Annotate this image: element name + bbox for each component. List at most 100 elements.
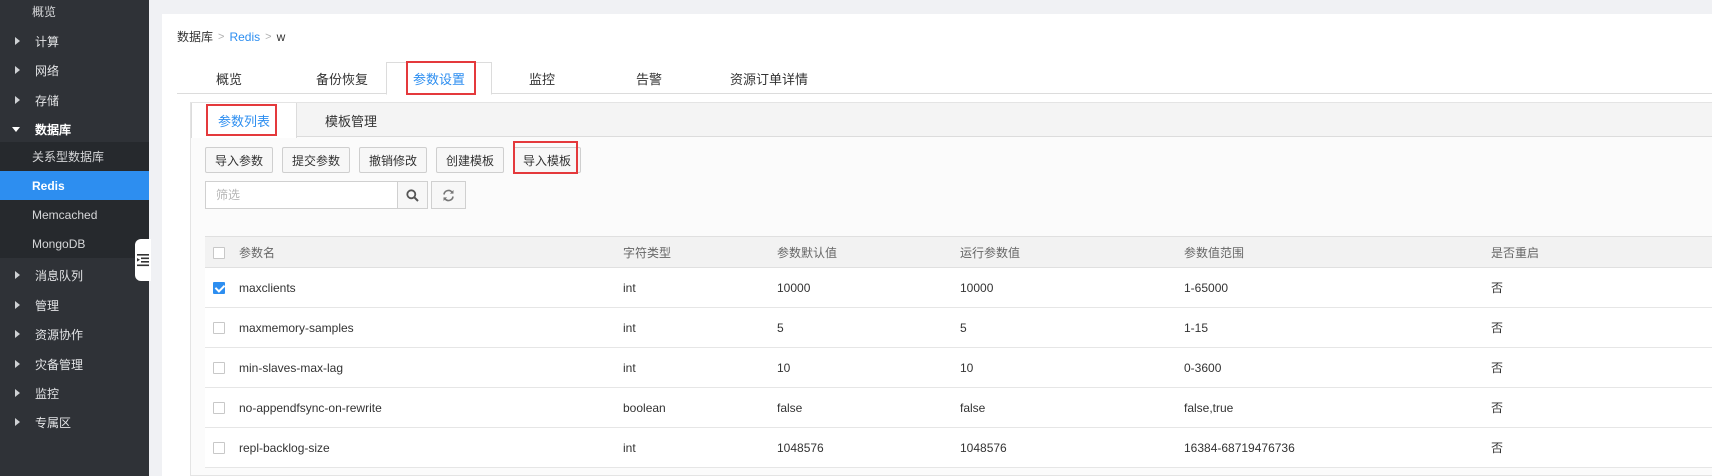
- sidebar-item-overview[interactable]: 概览: [0, 0, 149, 26]
- breadcrumb-current: w: [276, 29, 286, 44]
- search-icon: [406, 188, 419, 202]
- tab-monitor[interactable]: 监控: [507, 62, 577, 94]
- breadcrumb: 数据库 > Redis > w: [177, 28, 285, 45]
- param-range: false,true: [1184, 400, 1234, 415]
- sidebar-item-label: Memcached: [32, 207, 98, 222]
- refresh-icon: [443, 189, 454, 201]
- chevron-right-icon: [15, 418, 20, 426]
- sidebar-item-storage[interactable]: 存储: [0, 85, 149, 115]
- sidebar-item-label: Redis: [32, 178, 65, 193]
- param-range: 1-65000: [1184, 280, 1229, 295]
- table-row[interactable]: min-slaves-max-lag int 10 10 0-3600 否: [205, 348, 1712, 388]
- parameter-panel: 参数列表 模板管理 导入参数 提交参数 撤销修改 创建模板 导入模板 筛选 参数…: [190, 102, 1712, 476]
- param-name: min-slaves-max-lag: [239, 360, 344, 375]
- param-default: false: [777, 400, 803, 415]
- refresh-button[interactable]: [431, 181, 466, 209]
- param-range: 16384-68719476736: [1184, 440, 1295, 455]
- param-type: boolean: [623, 400, 666, 415]
- param-default: 1048576: [777, 440, 824, 455]
- param-running-value[interactable]: 10: [960, 348, 973, 387]
- chevron-down-icon: [12, 126, 20, 132]
- import-template-button[interactable]: 导入模板: [513, 147, 581, 173]
- row-checkbox[interactable]: [213, 402, 225, 414]
- table-row[interactable]: repl-backlog-size int 1048576 1048576 16…: [205, 428, 1712, 468]
- sidebar: 概览 计算 网络 存储 数据库 关系型数据库 Redis Memcached M…: [0, 0, 149, 476]
- sidebar-item-label: 专属区: [35, 415, 72, 430]
- sidebar-item-network[interactable]: 网络: [0, 55, 149, 85]
- chevron-right-icon: [15, 360, 20, 368]
- subtab-parameter-list[interactable]: 参数列表: [191, 103, 297, 138]
- sidebar-item-database[interactable]: 数据库: [0, 114, 149, 144]
- table-row[interactable]: maxmemory-samples int 5 5 1-15 否: [205, 308, 1712, 348]
- column-header: 参数默认值: [777, 245, 838, 260]
- row-checkbox[interactable]: [213, 362, 225, 374]
- sidebar-collapse-handle[interactable]: [135, 239, 151, 281]
- sidebar-item-label: 监控: [35, 386, 60, 401]
- breadcrumb-separator: >: [265, 30, 272, 43]
- param-restart: 否: [1491, 361, 1504, 375]
- param-type: int: [623, 440, 636, 455]
- search-button[interactable]: [397, 181, 428, 209]
- param-default: 5: [777, 320, 784, 335]
- param-running-value[interactable]: 5: [960, 308, 967, 347]
- subtab-template-management[interactable]: 模板管理: [301, 103, 401, 137]
- sidebar-item-manage[interactable]: 管理: [0, 290, 149, 320]
- param-range: 1-15: [1184, 320, 1209, 335]
- row-checkbox[interactable]: [213, 442, 225, 454]
- sidebar-item-label: MongoDB: [32, 236, 86, 251]
- sidebar-item-mq[interactable]: 消息队列: [0, 260, 149, 290]
- filter-input[interactable]: [206, 182, 397, 208]
- breadcrumb-root[interactable]: 数据库: [177, 28, 213, 45]
- create-template-button[interactable]: 创建模板: [436, 147, 504, 173]
- undo-changes-button[interactable]: 撤销修改: [359, 147, 427, 173]
- breadcrumb-redis[interactable]: Redis: [229, 30, 260, 44]
- param-type: int: [623, 360, 636, 375]
- collapse-menu-icon: [137, 254, 149, 267]
- tab-alert[interactable]: 告警: [614, 62, 684, 94]
- param-restart: 否: [1491, 321, 1504, 335]
- param-restart: 否: [1491, 441, 1504, 455]
- param-name: maxmemory-samples: [239, 320, 354, 335]
- main-content: 数据库 > Redis > w 概览 备份恢复 参数设置 监控 告警 资源订单详…: [162, 14, 1712, 476]
- param-name: no-appendfsync-on-rewrite: [239, 400, 382, 415]
- import-params-button[interactable]: 导入参数: [205, 147, 273, 173]
- select-all-checkbox[interactable]: [213, 247, 225, 259]
- param-type: int: [623, 280, 636, 295]
- sidebar-item-mongodb[interactable]: MongoDB: [0, 229, 149, 258]
- param-running-value[interactable]: false: [960, 388, 985, 427]
- param-restart: 否: [1491, 401, 1504, 415]
- tab-backup-restore[interactable]: 备份恢复: [292, 62, 392, 94]
- table-row[interactable]: maxclients int 10000 10000 1-65000 否: [205, 268, 1712, 308]
- tab-overview[interactable]: 概览: [189, 62, 269, 94]
- chevron-right-icon: [15, 330, 20, 338]
- row-checkbox[interactable]: [213, 282, 225, 294]
- sidebar-item-dedicated[interactable]: 专属区: [0, 407, 149, 437]
- tab-parameter-settings[interactable]: 参数设置: [386, 62, 492, 95]
- sidebar-item-collab[interactable]: 资源协作: [0, 319, 149, 349]
- sidebar-item-label: 数据库: [35, 122, 72, 137]
- sidebar-item-compute[interactable]: 计算: [0, 26, 149, 56]
- sidebar-item-memcached[interactable]: Memcached: [0, 200, 149, 229]
- sidebar-item-monitor[interactable]: 监控: [0, 378, 149, 408]
- param-name: repl-backlog-size: [239, 440, 330, 455]
- sidebar-item-rdb[interactable]: 关系型数据库: [0, 142, 149, 171]
- param-restart: 否: [1491, 281, 1504, 295]
- chevron-right-icon: [15, 271, 20, 279]
- sidebar-item-label: 概览: [32, 5, 57, 19]
- chevron-right-icon: [15, 389, 20, 397]
- submit-params-button[interactable]: 提交参数: [282, 147, 350, 173]
- column-header: 参数值范围: [1184, 245, 1245, 260]
- sidebar-item-redis[interactable]: Redis: [0, 171, 149, 200]
- param-running-value[interactable]: 10000: [960, 268, 993, 307]
- column-header: 字符类型: [623, 245, 672, 260]
- row-checkbox[interactable]: [213, 322, 225, 334]
- param-range: 0-3600: [1184, 360, 1222, 375]
- tab-resource-order[interactable]: 资源订单详情: [712, 62, 826, 94]
- tab-bar: 概览 备份恢复 参数设置 监控 告警 资源订单详情: [177, 62, 1712, 95]
- sidebar-item-label: 管理: [35, 298, 60, 313]
- table-row[interactable]: no-appendfsync-on-rewrite boolean false …: [205, 388, 1712, 428]
- sidebar-item-dr[interactable]: 灾备管理: [0, 349, 149, 379]
- subtab-bar: 参数列表 模板管理: [191, 103, 1712, 138]
- sidebar-item-label: 资源协作: [35, 327, 84, 342]
- param-running-value[interactable]: 1048576: [960, 428, 1007, 467]
